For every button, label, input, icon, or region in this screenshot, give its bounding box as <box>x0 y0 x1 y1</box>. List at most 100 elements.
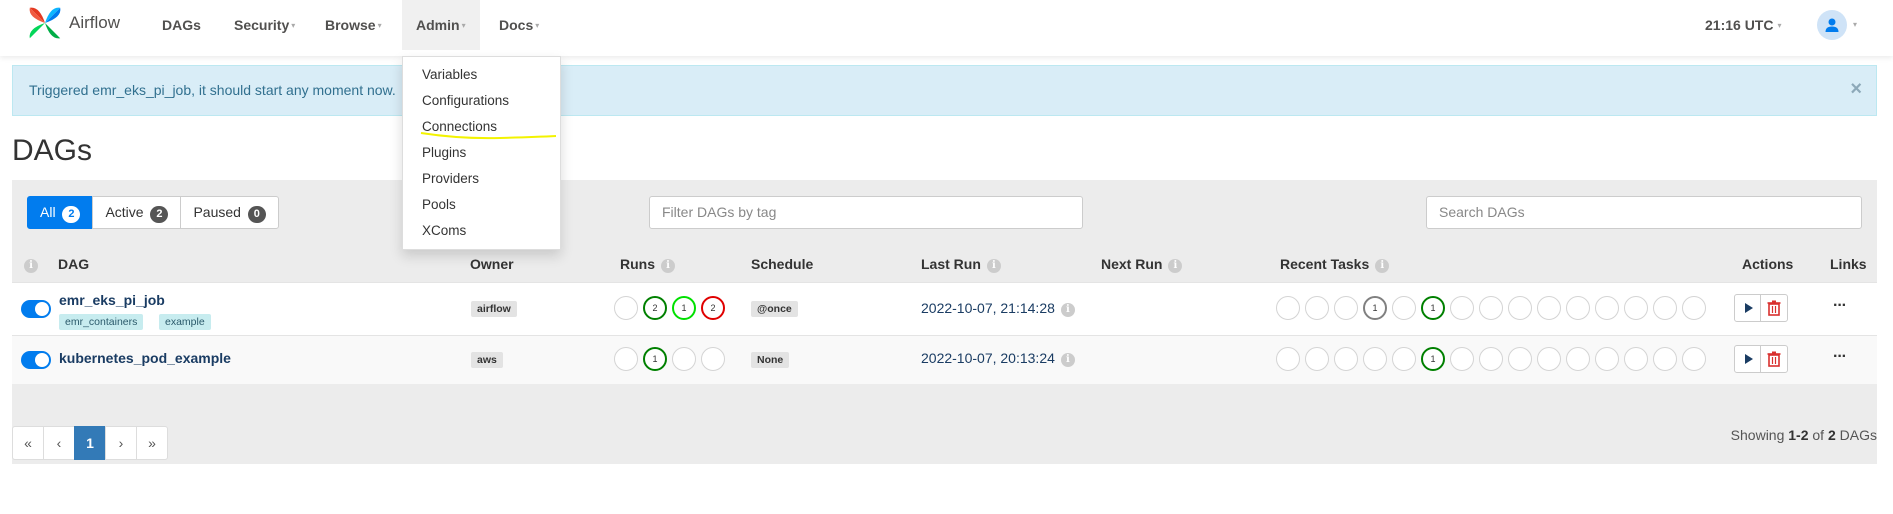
filter-active-button[interactable]: Active 2 <box>92 196 182 229</box>
task-state-circle[interactable] <box>1653 296 1677 320</box>
task-state-circle[interactable] <box>1305 296 1329 320</box>
last-run-text: 2022-10-07, 20:13:24 <box>921 350 1055 366</box>
task-state-circle[interactable] <box>1392 296 1416 320</box>
brand-logo-link[interactable]: Airflow <box>26 3 120 43</box>
run-state-circle[interactable]: 2 <box>643 296 667 320</box>
header-last-run: Last Run i <box>921 256 1001 273</box>
task-state-circle[interactable] <box>1595 296 1619 320</box>
task-state-circle[interactable] <box>1392 347 1416 371</box>
task-state-circle[interactable] <box>1508 347 1532 371</box>
menu-item-variables[interactable]: Variables <box>422 67 477 82</box>
nav-security[interactable]: Security ▾ <box>220 0 309 50</box>
admin-dropdown-menu: Variables Configurations Connections Plu… <box>402 56 561 250</box>
filter-paused-count: 0 <box>247 206 266 223</box>
trigger-dag-button[interactable] <box>1734 345 1762 373</box>
showing-of: of <box>1808 427 1828 443</box>
page-title: DAGs <box>12 134 93 167</box>
filter-paused-button[interactable]: Paused 0 <box>180 196 279 229</box>
task-state-circle[interactable] <box>1682 296 1706 320</box>
task-state-circle[interactable] <box>1537 347 1561 371</box>
showing-range: 1-2 <box>1788 427 1809 443</box>
page-last-button[interactable]: » <box>136 426 168 460</box>
header-next-run: Next Run i <box>1101 256 1183 273</box>
filter-all-button[interactable]: All 2 <box>27 196 94 229</box>
run-state-circle[interactable]: 1 <box>643 347 667 371</box>
page-prev-button[interactable]: ‹ <box>43 426 75 460</box>
dag-id-link[interactable]: emr_eks_pi_job <box>59 292 165 308</box>
user-avatar[interactable] <box>1817 10 1847 40</box>
task-state-circle[interactable] <box>1363 347 1387 371</box>
header-schedule[interactable]: Schedule <box>751 256 813 272</box>
task-state-circle[interactable] <box>1276 296 1300 320</box>
nav-admin[interactable]: Admin ▾ <box>402 0 480 50</box>
delete-dag-button[interactable] <box>1760 345 1788 373</box>
run-state-circle[interactable]: 2 <box>701 296 725 320</box>
dag-tag[interactable]: example <box>159 314 211 330</box>
nav-dags[interactable]: DAGs <box>148 0 215 50</box>
last-run-value[interactable]: 2022-10-07, 20:13:24 i <box>921 350 1075 367</box>
task-state-circle[interactable] <box>1450 296 1474 320</box>
task-state-circle[interactable] <box>1479 296 1503 320</box>
info-icon: i <box>1060 303 1075 317</box>
filter-active-label: Active <box>105 204 144 220</box>
links-menu-icon[interactable]: ··· <box>1833 348 1847 366</box>
task-state-circle[interactable]: 1 <box>1363 296 1387 320</box>
menu-item-configurations[interactable]: Configurations <box>422 93 509 108</box>
task-state-circle[interactable] <box>1566 296 1590 320</box>
dag-active-toggle[interactable] <box>21 300 51 318</box>
menu-item-providers[interactable]: Providers <box>422 171 479 186</box>
links-menu-icon[interactable]: ··· <box>1833 297 1847 315</box>
task-state-circle[interactable]: 1 <box>1421 347 1445 371</box>
task-state-circle[interactable] <box>1624 296 1648 320</box>
task-state-circle[interactable] <box>1450 347 1474 371</box>
header-runs: Runs i <box>620 256 675 273</box>
page-next-button[interactable]: › <box>105 426 137 460</box>
menu-item-xcoms[interactable]: XComs <box>422 223 466 238</box>
task-state-circle[interactable]: 1 <box>1421 296 1445 320</box>
task-state-circle[interactable] <box>1508 296 1532 320</box>
trigger-dag-button[interactable] <box>1734 294 1762 322</box>
run-state-circle[interactable] <box>614 296 638 320</box>
nav-docs[interactable]: Docs ▾ <box>485 0 553 50</box>
utc-clock[interactable]: 21:16 UTC ▾ <box>1705 0 1781 50</box>
task-state-circle[interactable] <box>1653 347 1677 371</box>
filter-all-count: 2 <box>62 206 81 223</box>
close-icon[interactable]: × <box>1850 78 1862 101</box>
owner-badge[interactable]: aws <box>471 352 503 368</box>
dag-active-toggle[interactable] <box>21 351 51 369</box>
task-state-circle[interactable] <box>1479 347 1503 371</box>
showing-total: 2 <box>1827 427 1836 443</box>
task-state-circle[interactable] <box>1566 347 1590 371</box>
menu-item-pools[interactable]: Pools <box>422 197 456 212</box>
search-dags-input[interactable]: Search DAGs <box>1426 196 1862 229</box>
schedule-badge: None <box>751 352 790 368</box>
dag-tag[interactable]: emr_containers <box>59 314 144 330</box>
dag-id-link[interactable]: kubernetes_pod_example <box>59 350 231 366</box>
menu-item-plugins[interactable]: Plugins <box>422 145 466 160</box>
task-state-circle[interactable] <box>1682 347 1706 371</box>
header-dag[interactable]: DAG <box>58 256 89 272</box>
airflow-pinwheel-icon <box>29 7 61 39</box>
last-run-value[interactable]: 2022-10-07, 21:14:28 i <box>921 300 1075 317</box>
task-state-circle[interactable] <box>1276 347 1300 371</box>
owner-badge[interactable]: airflow <box>471 301 517 317</box>
chevron-down-icon[interactable]: ▾ <box>1853 0 1857 50</box>
page-first-button[interactable]: « <box>12 426 44 460</box>
header-owner[interactable]: Owner <box>470 256 514 272</box>
task-state-circle[interactable] <box>1595 347 1619 371</box>
task-state-circle[interactable] <box>1305 347 1329 371</box>
task-state-circle[interactable] <box>1537 296 1561 320</box>
info-icon: i <box>1375 259 1390 273</box>
run-state-circle[interactable] <box>672 347 696 371</box>
delete-dag-button[interactable] <box>1760 294 1788 322</box>
page-current-button[interactable]: 1 <box>74 426 106 460</box>
clock-label: 21:16 UTC <box>1705 17 1774 33</box>
nav-browse[interactable]: Browse ▾ <box>311 0 396 50</box>
task-state-circle[interactable] <box>1334 347 1358 371</box>
task-state-circle[interactable] <box>1624 347 1648 371</box>
tag-filter-input[interactable]: Filter DAGs by tag <box>649 196 1083 229</box>
run-state-circle[interactable] <box>614 347 638 371</box>
run-state-circle[interactable]: 1 <box>672 296 696 320</box>
run-state-circle[interactable] <box>701 347 725 371</box>
task-state-circle[interactable] <box>1334 296 1358 320</box>
